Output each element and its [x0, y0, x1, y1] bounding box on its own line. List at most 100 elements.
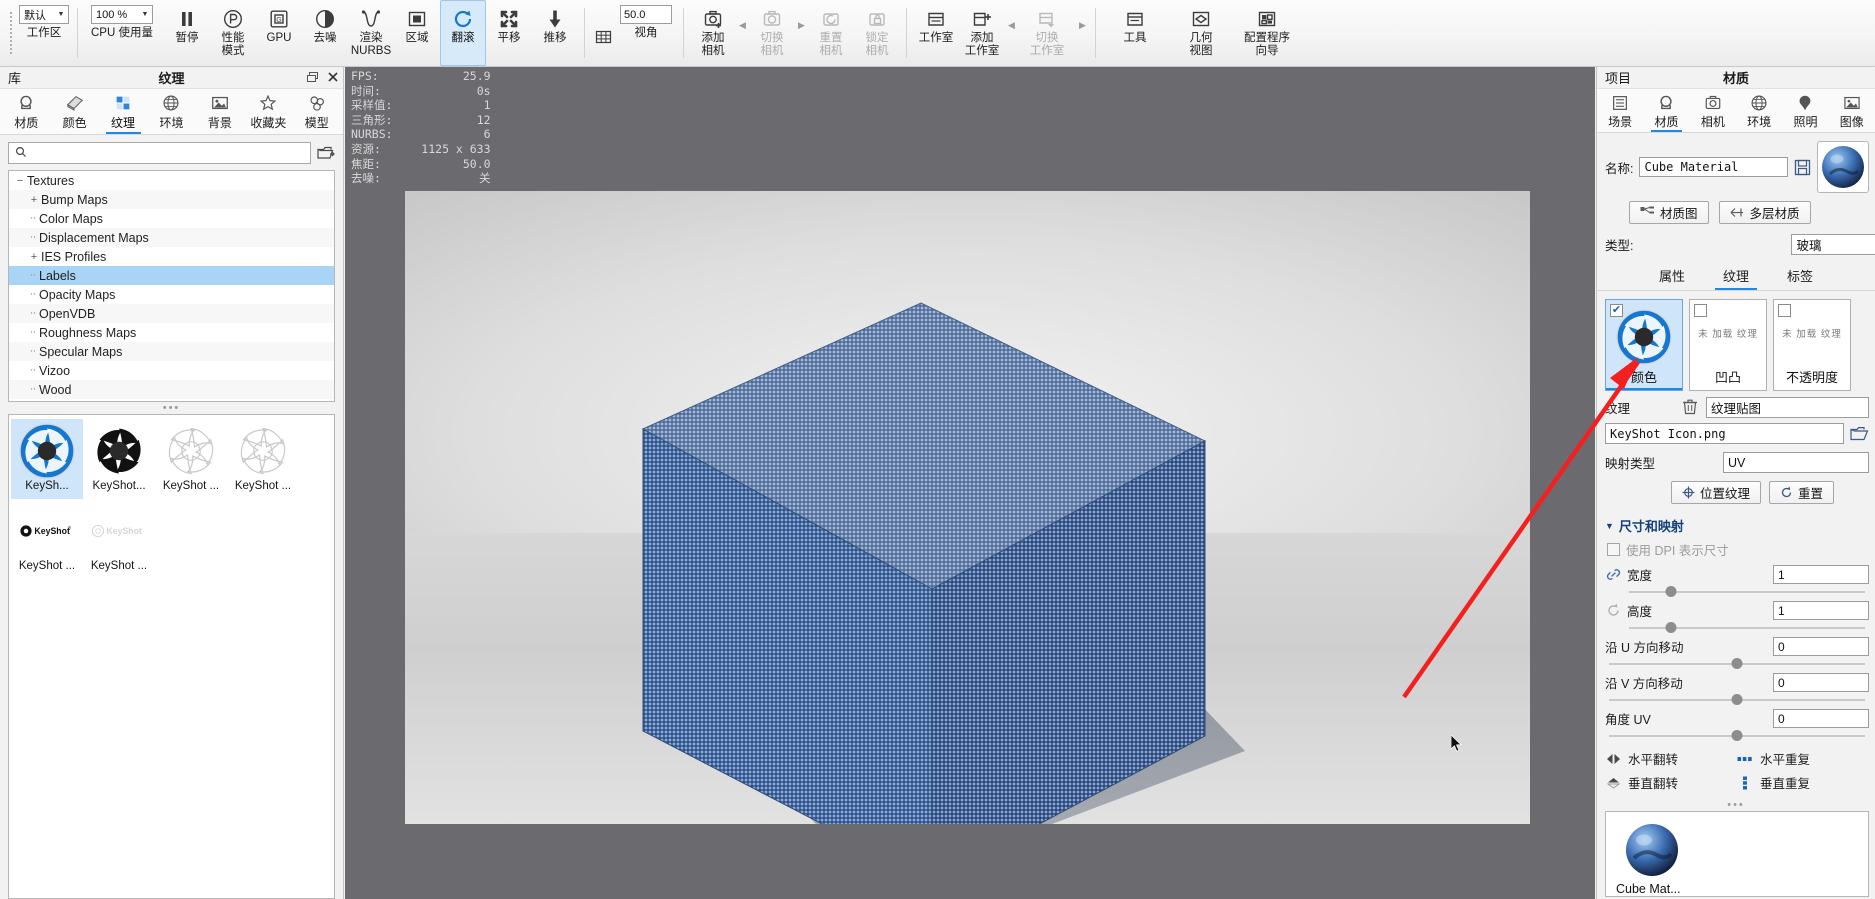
flip-vertical-toggle[interactable]: 垂直翻转 [1605, 773, 1737, 792]
texture-slot-checkbox[interactable] [1778, 304, 1791, 317]
library-tab-colors[interactable]: 颜色 [50, 89, 98, 134]
texture-thumbnail[interactable]: KeyShot ... [227, 419, 299, 499]
folder-icon[interactable] [1850, 426, 1869, 442]
parameter-slider[interactable] [1629, 621, 1865, 635]
parameter-slider[interactable] [1609, 693, 1865, 707]
parameter-slider[interactable] [1629, 585, 1865, 599]
studio-next-arrow-icon[interactable]: ▶ [1076, 0, 1089, 66]
texture-thumbnail[interactable]: KeyShot®KeyShot ... [11, 499, 83, 579]
library-tab-backplates[interactable]: 背景 [196, 89, 244, 134]
material-graph-button[interactable]: 材质图 [1629, 201, 1709, 224]
tree-item-vizoo[interactable]: ⸱⸱Vizoo [9, 361, 334, 380]
search-box[interactable] [8, 142, 311, 164]
trash-icon[interactable] [1682, 398, 1698, 418]
toolbar-button-tools[interactable]: 工具 [1102, 0, 1168, 66]
project-tab-camera[interactable]: 相机 [1690, 89, 1736, 132]
parameter-slider[interactable] [1609, 657, 1865, 671]
project-tab-material[interactable]: 材质 [1643, 89, 1689, 132]
texture-thumbnail[interactable]: KeyShotKeyShot ... [83, 499, 155, 579]
fov-input[interactable]: 50.0 [620, 5, 672, 24]
tree-item-opacity-maps[interactable]: ⸱⸱Opacity Maps [9, 285, 334, 304]
cube-model[interactable] [405, 191, 1530, 824]
tree-item-labels[interactable]: ⸱⸱Labels [9, 266, 334, 285]
mapping-type-select[interactable]: UV [1723, 452, 1869, 473]
material-preview-panel[interactable]: Cube Mat... [1605, 811, 1869, 897]
texture-slot-opacity[interactable]: 未 加载 纹理不透明度 [1773, 299, 1851, 391]
reset-texture-button[interactable]: 重置 [1769, 481, 1834, 504]
toolbar-button-pause[interactable]: 暂停 [164, 0, 210, 66]
tree-item-color-maps[interactable]: ⸱⸱Color Maps [9, 209, 334, 228]
texture-type-select[interactable]: 纹理贴图 [1706, 397, 1869, 418]
dpi-checkbox-row[interactable]: 使用 DPI 表示尺寸 [1597, 538, 1875, 563]
flip-horizontal-toggle[interactable]: 水平翻转 [1605, 749, 1737, 768]
tree-item-ies-profiles[interactable]: +IES Profiles [9, 247, 334, 266]
search-input[interactable] [32, 145, 304, 161]
material-preview-sphere[interactable] [1817, 141, 1869, 193]
library-tab-favorites[interactable]: 收藏夹 [244, 89, 292, 134]
workspace-selector[interactable]: 默认 ▼ 工作区 [17, 0, 71, 66]
slider-knob[interactable] [1666, 586, 1677, 597]
material-sub-tab-properties[interactable]: 属性 [1657, 263, 1687, 290]
parameter-value-input[interactable]: 1 [1773, 565, 1869, 584]
material-preview-item[interactable]: Cube Mat... [1616, 822, 1708, 896]
toolbar-button-render-nurbs[interactable]: 渲染 NURBS [348, 0, 394, 66]
library-tab-environments[interactable]: 环境 [147, 89, 195, 134]
toolbar-button-add-studio[interactable]: 添加 工作室 [959, 0, 1005, 66]
slider-knob[interactable] [1732, 730, 1743, 741]
library-tab-textures[interactable]: 纹理 [99, 89, 147, 134]
parameter-value-input[interactable]: 0 [1773, 709, 1869, 728]
toolbar-button-add-camera[interactable]: 添加 相机 [690, 0, 736, 66]
texture-slot-bump[interactable]: 未 加载 纹理凹凸 [1689, 299, 1767, 391]
tree-item-textures[interactable]: −Textures [9, 171, 334, 190]
refresh-icon[interactable] [1605, 603, 1621, 618]
project-splitter[interactable]: ••• [1597, 799, 1875, 811]
library-tab-materials[interactable]: 材质 [2, 89, 50, 134]
material-sub-tab-textures[interactable]: 纹理 [1721, 263, 1751, 290]
dpi-checkbox[interactable] [1607, 543, 1620, 556]
toolbar-button-dolly[interactable]: 推移 [532, 0, 578, 66]
save-icon[interactable] [1794, 159, 1811, 176]
studio-prev-arrow-icon[interactable]: ◀ [1005, 0, 1018, 66]
slider-knob[interactable] [1732, 658, 1743, 669]
texture-tree[interactable]: −Textures+Bump Maps⸱⸱Color Maps⸱⸱Displac… [8, 170, 335, 402]
tree-expander-icon[interactable]: + [27, 251, 41, 263]
toolbar-button-config-wizard[interactable]: 配置程序 向导 [1234, 0, 1300, 66]
texture-thumbnail[interactable]: KeySh... [11, 419, 83, 499]
slider-knob[interactable] [1666, 622, 1677, 633]
parameter-value-input[interactable]: 1 [1773, 601, 1869, 620]
toolbar-button-pan[interactable]: 平移 [486, 0, 532, 66]
material-name-input[interactable]: Cube Material [1639, 157, 1788, 177]
tree-item-specular-maps[interactable]: ⸱⸱Specular Maps [9, 342, 334, 361]
texture-slot-checkbox[interactable] [1694, 304, 1707, 317]
workspace-combo-box[interactable]: 默认 ▼ [19, 5, 69, 24]
tree-item-roughness-maps[interactable]: ⸱⸱Roughness Maps [9, 323, 334, 342]
parameter-value-input[interactable]: 0 [1773, 673, 1869, 692]
render-surface[interactable] [405, 191, 1530, 824]
tree-expander-icon[interactable]: + [27, 194, 41, 206]
toolbar-button-tumble[interactable]: 翻滚 [440, 0, 486, 66]
cpu-usage-selector[interactable]: 100 % ▼ CPU 使用量 [84, 0, 160, 66]
toolbar-button-performance[interactable]: 性能 模式 [210, 0, 256, 66]
camera-next-arrow-icon[interactable]: ▶ [795, 0, 808, 66]
parameter-value-input[interactable]: 0 [1773, 637, 1869, 656]
material-sub-tab-labels[interactable]: 标签 [1785, 263, 1815, 290]
project-tab-scene[interactable]: 场景 [1597, 89, 1643, 132]
toolbar-button-region[interactable]: 区域 [394, 0, 440, 66]
toolbar-button-studio[interactable]: 工作室 [913, 0, 959, 66]
texture-thumbnail-grid[interactable]: KeySh...KeyShot...KeyShot ...KeyShot ...… [8, 414, 335, 899]
fov-grid-button[interactable] [591, 0, 615, 66]
texture-thumbnail[interactable]: KeyShot ... [155, 419, 227, 499]
tree-item-openvdb[interactable]: ⸱⸱OpenVDB [9, 304, 334, 323]
tree-item-displacement-maps[interactable]: ⸱⸱Displacement Maps [9, 228, 334, 247]
toolbar-button-geometry-view[interactable]: 几何 视图 [1168, 0, 1234, 66]
repeat-horizontal-toggle[interactable]: 水平重复 [1737, 749, 1810, 768]
project-tab-image[interactable]: 图像 [1829, 89, 1875, 132]
toolbar-grip-1[interactable] [6, 0, 15, 66]
cpu-combo-box[interactable]: 100 % ▼ [91, 5, 153, 24]
tree-item-bump-maps[interactable]: +Bump Maps [9, 190, 334, 209]
restore-icon[interactable] [306, 71, 319, 85]
slider-knob[interactable] [1732, 694, 1743, 705]
position-texture-button[interactable]: 位置纹理 [1671, 481, 1761, 504]
import-folder-icon[interactable] [317, 145, 335, 161]
material-type-select[interactable]: 玻璃 [1791, 234, 1875, 255]
